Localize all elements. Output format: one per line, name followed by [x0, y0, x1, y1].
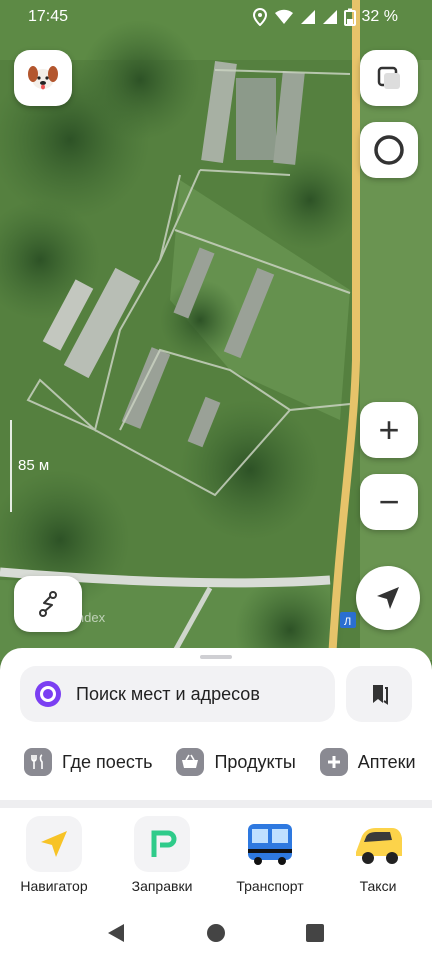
search-bar[interactable]: Поиск мест и адресов: [20, 666, 335, 722]
category-chip-pharmacy[interactable]: Аптеки: [319, 748, 416, 776]
plus-icon: [319, 748, 348, 776]
app-fuel[interactable]: Заправки: [117, 816, 207, 894]
category-label: Аптеки: [357, 751, 416, 772]
fuel-icon: [134, 816, 190, 872]
minus-icon: −: [378, 481, 400, 522]
bottom-sheet: Поиск мест и адресов Где поесть Продукты…: [0, 648, 432, 800]
signal-icon: [300, 10, 315, 24]
battery-percent: 32 %: [361, 8, 398, 25]
back-icon[interactable]: [104, 922, 126, 944]
avatar-dog-icon: [28, 66, 58, 90]
basket-icon: [176, 748, 205, 776]
category-label: Продукты: [214, 751, 296, 772]
sheet-grab-handle[interactable]: [200, 655, 232, 659]
profile-avatar-button[interactable]: [14, 50, 72, 106]
system-nav-bar: [0, 904, 432, 960]
bookmarks-button[interactable]: [346, 666, 412, 722]
zoom-out-button[interactable]: −: [360, 474, 418, 530]
category-chips: Где поесть Продукты Аптеки: [24, 748, 416, 776]
fork-knife-icon: [24, 748, 52, 776]
bookmarks-icon: [373, 685, 388, 705]
layers-button[interactable]: [360, 50, 418, 106]
layers-icon: [377, 66, 400, 89]
app-label: Такси: [359, 878, 397, 894]
location-arrow-icon: [377, 587, 399, 609]
app-taxi[interactable]: Такси: [333, 816, 423, 894]
app-transport[interactable]: Транспорт: [225, 816, 315, 894]
bus-icon: [242, 816, 298, 872]
taxi-icon: [350, 816, 406, 872]
route-icon: [39, 591, 57, 617]
category-label: Где поесть: [62, 751, 153, 772]
my-location-button[interactable]: [356, 566, 420, 630]
search-placeholder: Поиск мест и адресов: [76, 683, 260, 704]
location-icon: [252, 8, 267, 26]
app-label: Транспорт: [236, 878, 304, 894]
alice-ring-icon: [374, 135, 404, 165]
recents-icon[interactable]: [304, 922, 326, 944]
map-scale-bar: 85 м: [10, 420, 49, 512]
wifi-icon: [274, 9, 293, 24]
alice-search-icon: [35, 681, 61, 707]
road-sign-label: Л: [344, 616, 351, 628]
app-navigator[interactable]: Навигатор: [9, 816, 99, 894]
signal-icon: [322, 10, 337, 24]
app-label: Навигатор: [20, 878, 88, 894]
status-bar: 17:45 32 %: [0, 0, 432, 34]
plus-icon: +: [378, 409, 400, 450]
map-scale-label: 85 м: [18, 457, 50, 474]
app-label: Заправки: [131, 878, 193, 894]
alice-assistant-button[interactable]: [360, 122, 418, 178]
category-chip-groceries[interactable]: Продукты: [176, 748, 296, 776]
status-time: 17:45: [28, 8, 69, 25]
battery-icon: [343, 8, 356, 26]
navigator-arrow-icon: [26, 816, 82, 872]
category-chip-food[interactable]: Где поесть: [24, 748, 152, 776]
services-dock: Навигатор Заправки Транспорт Такси: [0, 800, 432, 904]
dock-divider: [0, 800, 432, 808]
home-icon[interactable]: [205, 922, 227, 944]
route-button[interactable]: [14, 576, 82, 632]
zoom-in-button[interactable]: +: [360, 402, 418, 458]
